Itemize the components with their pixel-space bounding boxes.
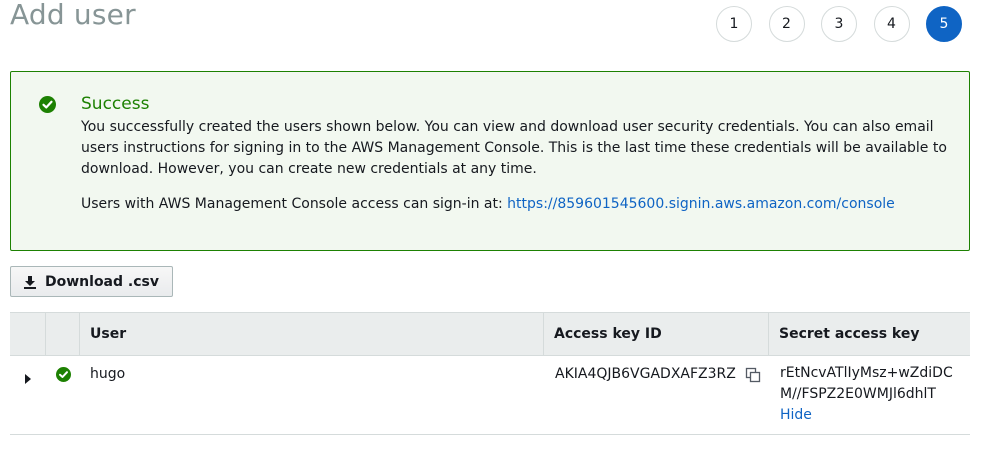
header-user[interactable]: User — [80, 313, 544, 355]
copy-icon[interactable] — [745, 367, 761, 387]
download-csv-button[interactable]: Download .csv — [10, 266, 173, 297]
step-3[interactable]: 3 — [821, 6, 857, 42]
success-alert: Success You successfully created the use… — [10, 71, 970, 251]
step-1[interactable]: 1 — [716, 6, 752, 42]
hide-secret-link[interactable]: Hide — [780, 405, 965, 426]
header-secret-access-key[interactable]: Secret access key — [769, 313, 970, 355]
header-expand-col — [10, 313, 46, 355]
status-check-icon — [56, 367, 71, 382]
table-header: User Access key ID Secret access key — [10, 312, 970, 356]
alert-title: Success — [81, 94, 150, 114]
users-table: User Access key ID Secret access key — [10, 312, 970, 356]
access-key-id: AKIA4QJB6VGADXAFZ3RZ — [555, 366, 736, 382]
alert-message: You successfully created the users shown… — [81, 119, 947, 177]
user-name: hugo — [90, 366, 126, 382]
check-circle-icon — [39, 96, 56, 113]
secret-access-key: rEtNcvATlIyMsz+wZdiDCM//FSPZ2E0WMJl6dhlT — [780, 365, 953, 402]
signin-line: Users with AWS Management Console access… — [81, 194, 895, 215]
signin-prefix: Users with AWS Management Console access… — [81, 196, 508, 212]
download-icon — [24, 275, 36, 289]
wizard-steps: 1 2 3 4 5 — [716, 6, 979, 42]
header-status-col — [46, 313, 80, 355]
step-4[interactable]: 4 — [873, 6, 910, 42]
step-2[interactable]: 2 — [768, 6, 805, 42]
secret-access-key-cell: rEtNcvATlIyMsz+wZdiDCM//FSPZ2E0WMJl6dhlT… — [780, 363, 965, 426]
header-access-key-id[interactable]: Access key ID — [544, 313, 769, 355]
expand-caret-icon[interactable] — [25, 369, 31, 388]
step-5[interactable]: 5 — [926, 6, 962, 42]
download-button-label: Download .csv — [45, 273, 159, 290]
page-title: Add user — [10, 0, 136, 31]
signin-url-link[interactable]: https://859601545600.signin.aws.amazon.c… — [507, 196, 895, 212]
